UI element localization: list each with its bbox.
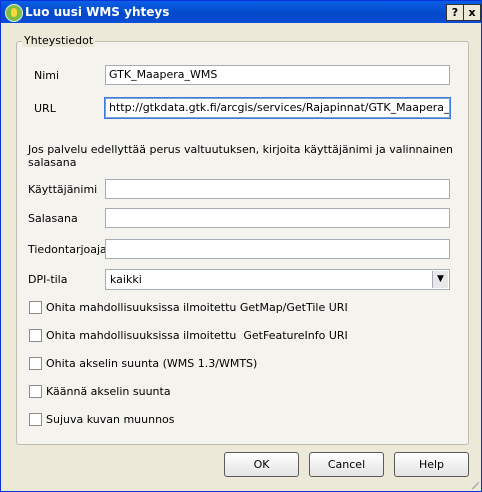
invert-axis-checkbox[interactable] <box>29 385 42 398</box>
password-label: Salasana <box>28 212 78 225</box>
ignore-axis-orientation-label: Ohita akselin suunta (WMS 1.3/WMTS) <box>46 357 258 370</box>
name-field[interactable]: GTK_Maapera_WMS <box>105 65 450 85</box>
referer-label: Tiedontarjoaja <box>28 243 107 256</box>
dpi-select[interactable]: kaikki ▼ <box>105 269 450 290</box>
url-label: URL <box>34 102 56 115</box>
title-bar[interactable]: Luo uusi WMS yhteys ? x <box>1 1 481 23</box>
ignore-getfeatureinfo-checkbox[interactable] <box>29 329 42 342</box>
smooth-transform-label: Sujuva kuvan muunnos <box>46 413 175 426</box>
dpi-label: DPI-tila <box>28 273 68 286</box>
wms-connection-dialog: Luo uusi WMS yhteys ? x Yhteystiedot Nim… <box>0 0 482 492</box>
chevron-down-icon[interactable]: ▼ <box>432 271 448 288</box>
name-label: Nimi <box>34 69 60 82</box>
help-button[interactable]: Help <box>394 452 469 477</box>
ignore-getfeatureinfo-label: Ohita mahdollisuuksissa ilmoitettu GetFe… <box>46 329 348 342</box>
referer-field[interactable] <box>105 239 450 259</box>
window-title: Luo uusi WMS yhteys <box>25 5 170 19</box>
help-title-button[interactable]: ? <box>446 4 464 21</box>
resize-grip-icon[interactable] <box>469 479 479 489</box>
group-legend: Yhteystiedot <box>22 34 96 47</box>
ok-button[interactable]: OK <box>224 452 299 477</box>
url-field[interactable]: http://gtkdata.gtk.fi/arcgis/services/Ra… <box>104 97 451 119</box>
auth-note: Jos palvelu edellyttää perus valtuutukse… <box>28 143 454 169</box>
ignore-getmap-label: Ohita mahdollisuuksissa ilmoitettu GetMa… <box>46 301 348 314</box>
cancel-button[interactable]: Cancel <box>309 452 384 477</box>
invert-axis-label: Käännä akselin suunta <box>46 385 171 398</box>
username-field[interactable] <box>105 179 450 199</box>
qgis-logo-icon <box>5 4 23 22</box>
close-icon[interactable]: x <box>463 4 481 21</box>
ignore-getmap-checkbox[interactable] <box>29 301 42 314</box>
ignore-axis-orientation-checkbox[interactable] <box>29 357 42 370</box>
smooth-transform-checkbox[interactable] <box>29 413 42 426</box>
dpi-selected-value: kaikki <box>110 273 142 286</box>
password-field[interactable] <box>105 208 450 228</box>
username-label: Käyttäjänimi <box>28 183 98 196</box>
